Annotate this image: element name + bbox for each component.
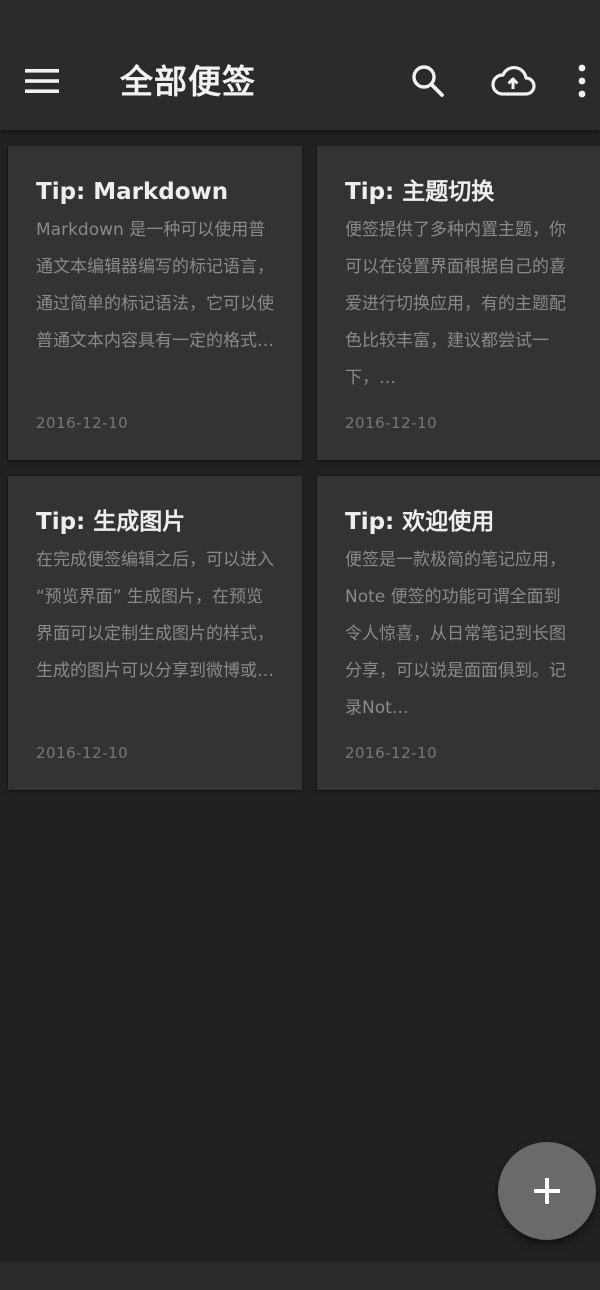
note-preview: 便签提供了多种内置主题，你可以在设置界面根据自己的喜爱进行切换应用，有的主题配色… xyxy=(345,220,566,388)
cloud-sync-icon xyxy=(491,65,536,96)
note-date: 2016-12-10 xyxy=(36,744,129,762)
note-card[interactable]: Tip: 主题切换 便签提供了多种内置主题，你可以在设置界面根据自己的喜爱进行切… xyxy=(317,146,600,460)
note-date: 2016-12-10 xyxy=(345,744,438,762)
page-title: 全部便签 xyxy=(120,62,256,101)
more-vert-icon xyxy=(578,64,586,98)
more-options-button[interactable] xyxy=(568,56,600,106)
app-root: 全部便签 Tip: Markdown Markdown 是一种可以使用普通文本编… xyxy=(0,0,600,1290)
hamburger-menu-icon xyxy=(25,69,59,93)
note-title: Tip: 欢迎使用 xyxy=(345,509,495,535)
note-card[interactable]: Tip: Markdown Markdown 是一种可以使用普通文本编辑器编写的… xyxy=(8,146,302,460)
app-bar: 全部便签 xyxy=(0,0,600,130)
note-preview: 在完成便签编辑之后，可以进入 “预览界面” 生成图片，在预览界面可以定制生成图片… xyxy=(36,550,274,681)
note-preview: Markdown 是一种可以使用普通文本编辑器编写的标记语言，通过简单的标记语法… xyxy=(36,220,274,351)
search-icon xyxy=(412,65,444,97)
search-button[interactable] xyxy=(400,56,456,106)
note-title: Tip: 主题切换 xyxy=(345,179,495,205)
bottom-edge xyxy=(0,1262,600,1290)
cloud-sync-button[interactable] xyxy=(484,56,542,106)
note-date: 2016-12-10 xyxy=(36,414,129,432)
note-date: 2016-12-10 xyxy=(345,414,438,432)
add-note-button[interactable] xyxy=(498,1142,596,1240)
note-title: Tip: 生成图片 xyxy=(36,509,186,535)
note-preview: 便签是一款极简的笔记应用，Note 便签的功能可谓全面到令人惊喜，从日常笔记到长… xyxy=(345,550,566,718)
note-title: Tip: Markdown xyxy=(36,179,229,205)
plus-icon xyxy=(534,1178,560,1204)
note-card[interactable]: Tip: 生成图片 在完成便签编辑之后，可以进入 “预览界面” 生成图片，在预览… xyxy=(8,476,302,790)
menu-button[interactable] xyxy=(14,56,72,106)
note-card[interactable]: Tip: 欢迎使用 便签是一款极简的笔记应用，Note 便签的功能可谓全面到令人… xyxy=(317,476,600,790)
